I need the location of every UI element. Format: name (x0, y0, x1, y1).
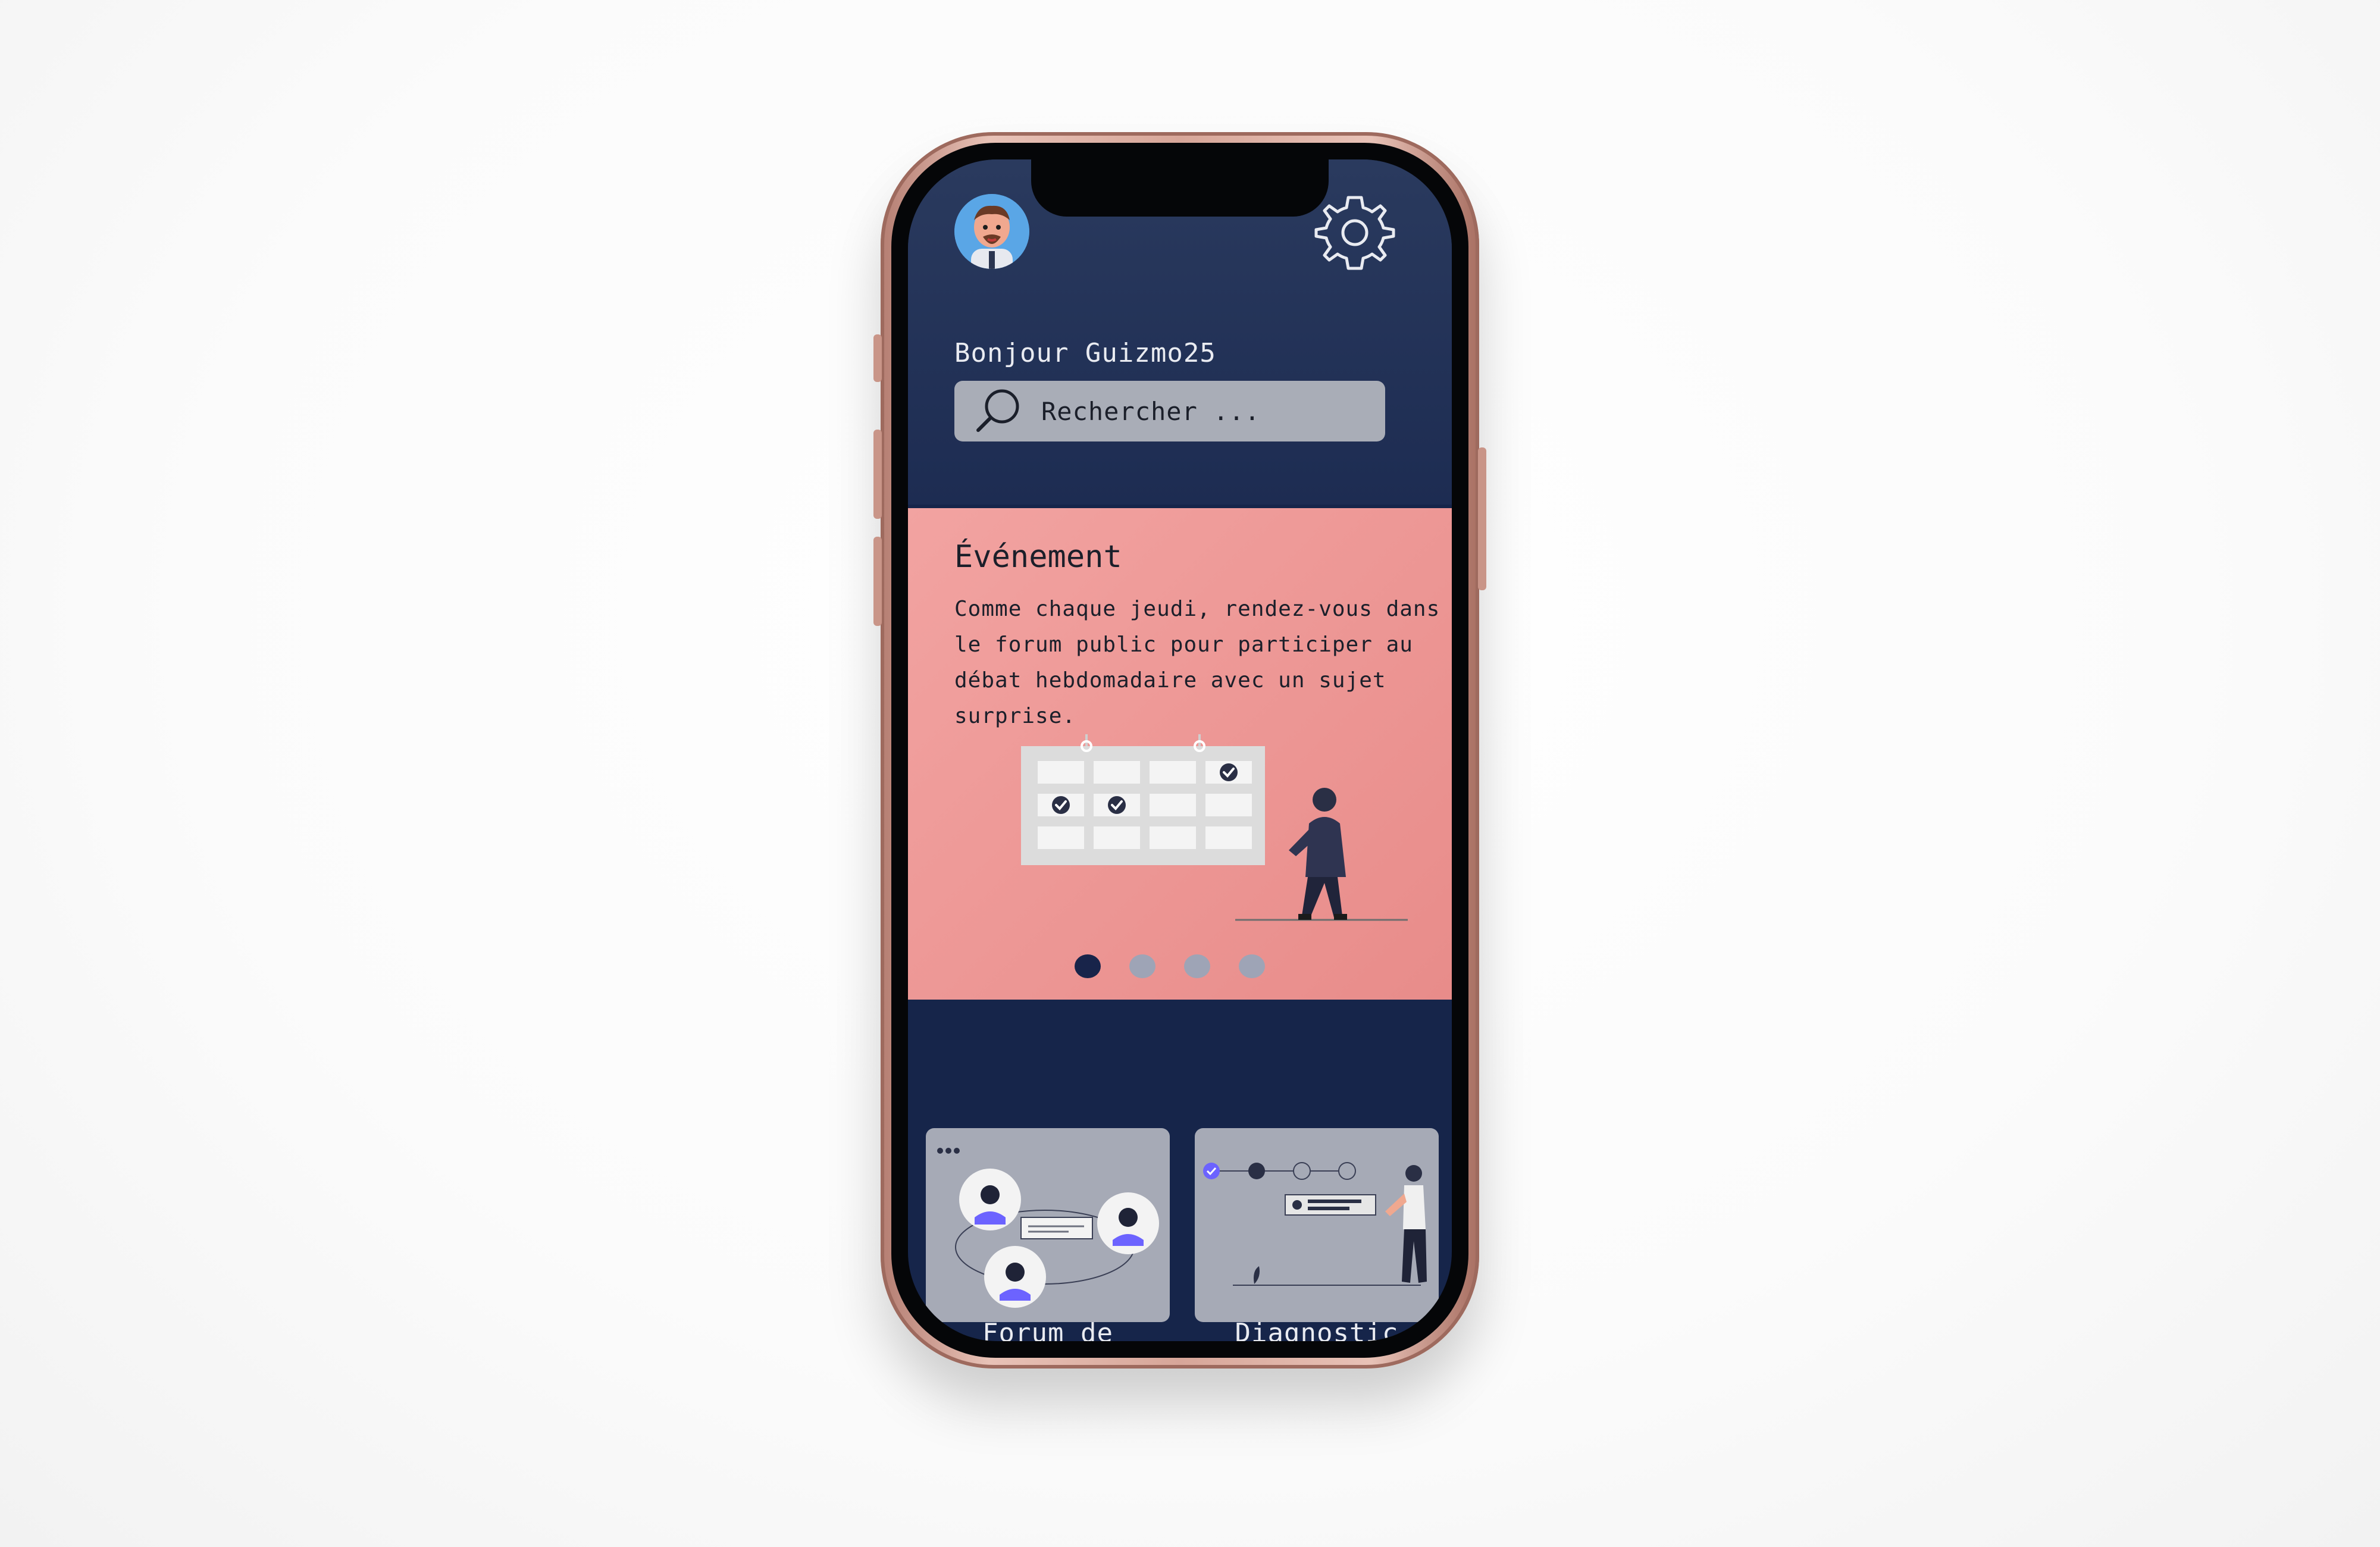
phone-power-button (1478, 447, 1486, 590)
event-banner[interactable]: Événement Comme chaque jeudi, rendez-vou… (908, 508, 1452, 1000)
greeting-text: Bonjour Guizmo25 (954, 338, 1216, 368)
phone-volume-down (873, 537, 882, 626)
calendar-illustration (1021, 734, 1408, 921)
diagnostic-card[interactable]: Diagnostic (1195, 1128, 1439, 1341)
feature-cards: Forum de Diagnostic (926, 1128, 1439, 1341)
search-bar[interactable]: Rechercher ... (954, 381, 1385, 441)
forum-card[interactable]: Forum de (926, 1128, 1170, 1341)
phone-volume-up (873, 430, 882, 519)
user-avatar-icon[interactable] (954, 194, 1029, 269)
diagnostic-illustration (1203, 1162, 1427, 1286)
event-title: Événement (954, 539, 1122, 575)
search-placeholder[interactable]: Rechercher ... (1041, 397, 1260, 426)
phone-mockup: Bonjour Guizmo25 Rechercher ... Événemen… (873, 132, 1486, 1368)
carousel-dot-4[interactable] (1239, 954, 1265, 978)
forum-illustration (937, 1148, 1159, 1308)
carousel-dot-2[interactable] (1129, 954, 1155, 978)
event-description: Comme chaque jeudi, rendez-vous dans le … (954, 597, 1440, 728)
carousel-dot-1[interactable] (1075, 954, 1101, 978)
phone-notch (1031, 159, 1329, 217)
phone-mute-switch (873, 334, 882, 382)
gear-icon[interactable] (1310, 188, 1399, 277)
forum-card-label: Forum de (982, 1318, 1113, 1341)
carousel-dot-3[interactable] (1184, 954, 1210, 978)
diagnostic-card-label: Diagnostic (1235, 1318, 1399, 1341)
search-icon (976, 389, 1019, 432)
app-screen: Bonjour Guizmo25 Rechercher ... Événemen… (908, 159, 1452, 1341)
carousel-dots (1075, 954, 1265, 978)
